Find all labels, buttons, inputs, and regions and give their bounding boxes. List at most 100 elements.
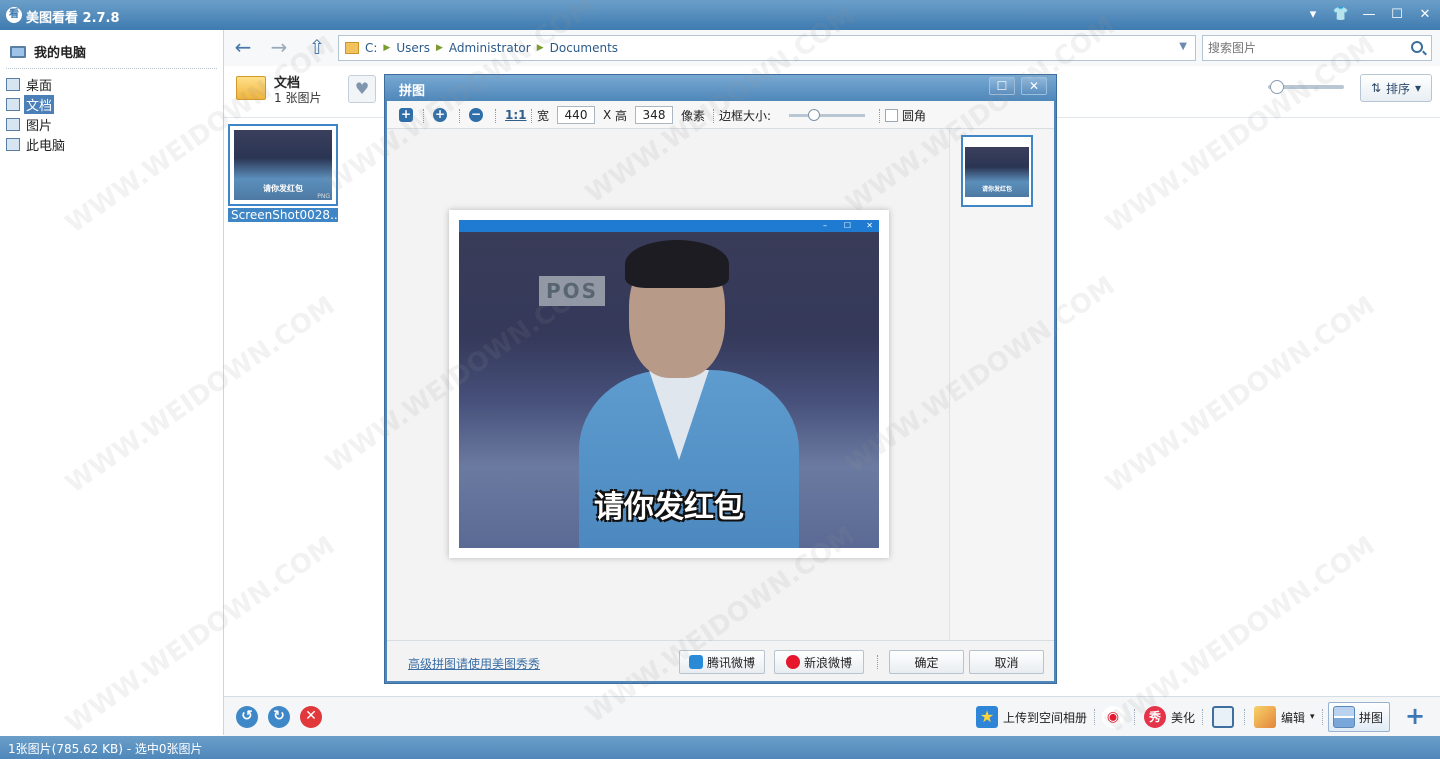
weibo-share-button[interactable]: ◉: [1102, 705, 1124, 729]
computer-icon: [10, 45, 26, 58]
search-input[interactable]: [1208, 37, 1398, 59]
edit-button[interactable]: 编辑 ▾: [1254, 705, 1315, 729]
folder-icon: [236, 76, 266, 100]
close-icon[interactable]: ✕: [1021, 77, 1047, 95]
zoom-in-button[interactable]: +: [433, 106, 447, 124]
divider: [1094, 709, 1095, 725]
tencent-weibo-icon: [688, 655, 703, 669]
address-bar[interactable]: C: ▶ Users ▶ Administrator ▶ Documents ▼: [338, 35, 1196, 61]
favorite-heart-icon[interactable]: ♥: [348, 75, 376, 103]
breadcrumb-users[interactable]: Users: [396, 41, 430, 55]
folder-tree: 桌面 文档 图片 此电脑: [6, 74, 67, 154]
tencent-weibo-button[interactable]: 腾讯微博: [679, 650, 765, 674]
divider: [495, 109, 496, 123]
app-logo-icon: 看: [6, 7, 22, 23]
dialog-toolbar: + + − 1:1 宽 440 X 高 348 像素 边框大小: 圆角: [387, 101, 1054, 129]
sort-button[interactable]: ⇅ 排序 ▾: [1360, 74, 1432, 102]
rounded-corner-checkbox[interactable]: [885, 108, 898, 122]
breadcrumb-arrow-icon: ▶: [435, 43, 443, 53]
collage-button[interactable]: 拼图: [1328, 702, 1390, 732]
dropdown-icon[interactable]: ▾: [1304, 6, 1322, 24]
slider-thumb[interactable]: [1270, 80, 1284, 94]
delete-icon[interactable]: ✕: [300, 706, 322, 728]
sidebar-item-label: 此电脑: [26, 138, 66, 154]
thumbnail-filename[interactable]: ScreenShot0028...: [228, 208, 338, 222]
beautify-button[interactable]: 秀 美化: [1144, 705, 1195, 729]
sina-weibo-button[interactable]: 新浪微博: [774, 650, 864, 674]
rotate-left-icon[interactable]: ↺: [236, 706, 258, 728]
edit-label: 编辑: [1281, 710, 1306, 725]
add-icon: +: [399, 107, 413, 122]
slideshow-icon: [1212, 706, 1234, 728]
divider: [1322, 709, 1323, 725]
divider: [1134, 709, 1135, 725]
close-icon: ✕: [866, 221, 873, 230]
maximize-icon[interactable]: ☐: [989, 77, 1015, 95]
breadcrumb-drive[interactable]: C:: [365, 41, 377, 55]
sort-icon: ⇅: [1370, 81, 1381, 95]
sidebar-item-label: 图片: [26, 118, 53, 134]
height-input[interactable]: 348: [635, 106, 673, 124]
sidebar-root[interactable]: 我的电脑: [10, 42, 86, 61]
back-arrow-icon[interactable]: ←: [232, 37, 254, 59]
weibo-icon: ◉: [1102, 706, 1124, 728]
divider: [6, 68, 217, 69]
border-size-slider[interactable]: [789, 109, 865, 121]
breadcrumb-arrow-icon: ▶: [383, 43, 391, 53]
collage-photo[interactable]: – ☐ ✕ POS 请你发红包: [459, 220, 879, 548]
thumbnail-size-slider[interactable]: [1268, 80, 1344, 94]
sidebar-root-label: 我的电脑: [34, 46, 87, 61]
folder-icon: [345, 42, 359, 54]
maximize-icon: ☐: [843, 221, 851, 230]
breadcrumb-administrator[interactable]: Administrator: [449, 41, 531, 55]
thumbnail-image: 请你发红包 PNG: [234, 130, 332, 200]
search-box: [1202, 35, 1432, 61]
cancel-button[interactable]: 取消: [969, 650, 1044, 674]
slider-thumb[interactable]: [808, 109, 820, 121]
add-icon[interactable]: +: [1402, 703, 1428, 729]
chevron-down-icon[interactable]: ▼: [1179, 41, 1187, 52]
minimize-icon[interactable]: —: [1360, 6, 1378, 24]
dialog-title: 拼图: [399, 84, 426, 99]
window-title: 美图看看 2.7.8: [26, 11, 120, 26]
sidebar-item-label: 桌面: [26, 78, 53, 94]
forward-arrow-icon[interactable]: →: [268, 37, 290, 59]
breadcrumb-arrow-icon: ▶: [536, 43, 544, 53]
upload-album-button[interactable]: ★ 上传到空间相册: [976, 705, 1087, 729]
collage-paper[interactable]: – ☐ ✕ POS 请你发红包: [449, 210, 889, 558]
slideshow-button[interactable]: [1212, 705, 1234, 729]
width-input[interactable]: 440: [557, 106, 595, 124]
edit-pencil-icon: [1254, 706, 1276, 728]
minimize-icon: –: [823, 221, 827, 230]
zoom-out-button[interactable]: −: [469, 106, 483, 124]
close-icon[interactable]: ✕: [1416, 6, 1434, 24]
skin-icon[interactable]: 👕: [1332, 6, 1350, 24]
collage-icon: [1333, 706, 1355, 728]
search-icon[interactable]: [1411, 41, 1423, 53]
actual-size-button[interactable]: 1:1: [505, 106, 527, 124]
sidebar-item-documents[interactable]: 文档: [6, 94, 67, 114]
rotate-right-icon[interactable]: ↻: [268, 706, 290, 728]
dialog-body: + + − 1:1 宽 440 X 高 348 像素 边框大小: 圆角 – ☐ …: [387, 101, 1054, 681]
title-bar: 看 美图看看 2.7.8 ▾ 👕 — ☐ ✕: [0, 0, 1440, 30]
image-thumbnail[interactable]: 请你发红包 PNG: [228, 124, 338, 206]
rounded-corner-option[interactable]: 圆角: [885, 106, 926, 124]
person-hair: [625, 240, 729, 288]
sidebar-item-label: 文档: [24, 94, 55, 114]
up-folder-icon[interactable]: ⇧: [306, 37, 328, 59]
collage-canvas: – ☐ ✕ POS 请你发红包: [387, 130, 949, 640]
advanced-collage-link[interactable]: 高级拼图请使用美图秀秀: [408, 655, 540, 672]
sidebar-item-pictures[interactable]: 图片: [6, 114, 67, 134]
divider: [877, 655, 878, 669]
sidebar-item-desktop[interactable]: 桌面: [6, 74, 67, 94]
add-image-button[interactable]: +: [399, 106, 413, 124]
selected-image-thumbnail[interactable]: 请你发红包: [961, 135, 1033, 207]
status-bar: 1张图片(785.62 KB) - 选中0张图片: [0, 736, 1440, 759]
chevron-down-icon: ▾: [1310, 712, 1315, 722]
sidebar-item-this-pc[interactable]: 此电脑: [6, 134, 67, 154]
ok-button[interactable]: 确定: [889, 650, 964, 674]
breadcrumb-documents[interactable]: Documents: [550, 41, 618, 55]
divider: [713, 109, 714, 123]
maximize-icon[interactable]: ☐: [1388, 6, 1406, 24]
navigation-bar: ← → ⇧ C: ▶ Users ▶ Administrator ▶ Docum…: [224, 30, 1440, 66]
